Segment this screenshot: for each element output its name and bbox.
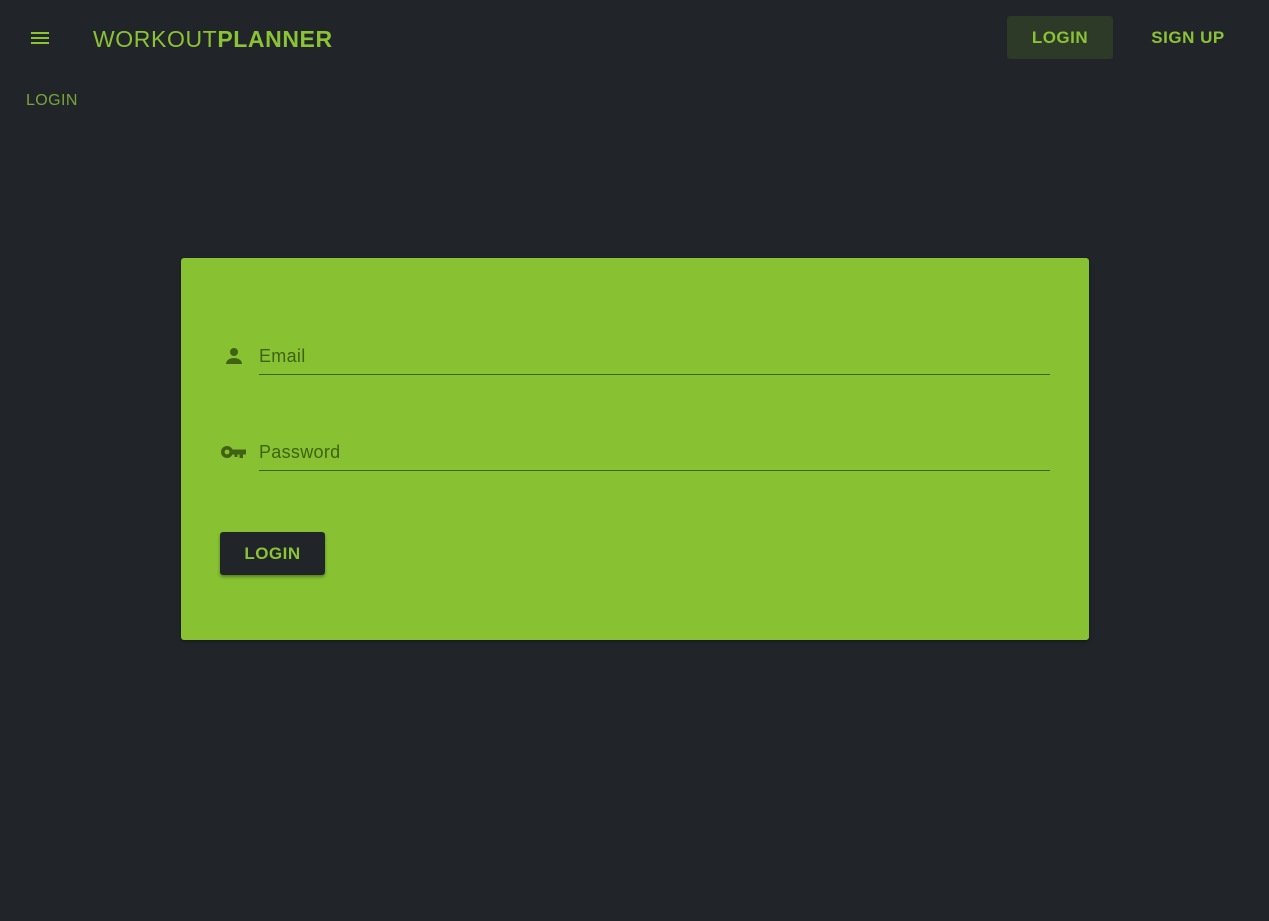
brand-name-light: WORKOUT xyxy=(93,26,218,52)
nav-login-button[interactable]: LOGIN xyxy=(1007,16,1113,59)
brand-name-bold: PLANNER xyxy=(217,26,333,52)
password-field-group xyxy=(219,434,1050,474)
breadcrumb[interactable]: LOGIN xyxy=(26,90,78,112)
login-submit-button[interactable]: LOGIN xyxy=(220,532,325,575)
email-field-group xyxy=(219,338,1050,378)
hamburger-menu-icon[interactable] xyxy=(22,20,58,56)
person-icon xyxy=(219,342,249,370)
login-card: LOGIN xyxy=(181,258,1089,640)
app-bar: WORKOUTPLANNER LOGIN SIGN UP xyxy=(0,0,1269,76)
key-icon xyxy=(219,438,249,466)
brand-logo[interactable]: WORKOUTPLANNER xyxy=(93,24,333,54)
nav-signup-button[interactable]: SIGN UP xyxy=(1132,16,1244,59)
password-input[interactable] xyxy=(259,434,1050,471)
email-input[interactable] xyxy=(259,338,1050,375)
